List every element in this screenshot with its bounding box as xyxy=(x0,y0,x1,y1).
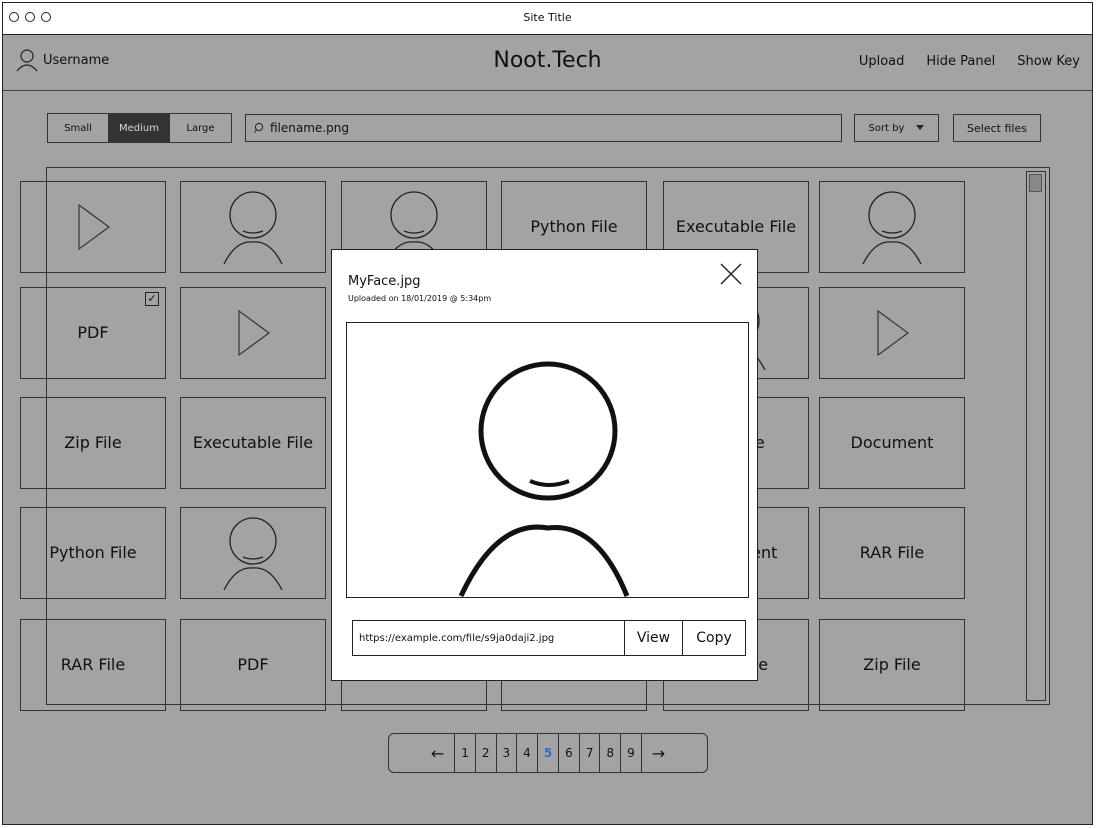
file-tile-label: Executable File xyxy=(192,433,314,453)
file-tile[interactable]: Document xyxy=(819,397,965,489)
file-preview-modal: MyFace.jpg Uploaded on 18/01/2019 @ 5:34… xyxy=(331,249,758,681)
page-1[interactable]: 1 xyxy=(455,734,476,772)
file-tile-label: RAR File xyxy=(859,543,925,563)
image-preview xyxy=(346,322,749,598)
sort-by-label: Sort by xyxy=(868,122,905,134)
search-input[interactable]: filename.png xyxy=(245,114,842,142)
close-icon[interactable] xyxy=(719,262,743,286)
file-tile-label: Zip File xyxy=(863,655,921,675)
browser-window: Site Title Username Noot.Tech Upload Hid… xyxy=(2,2,1093,825)
file-tile[interactable]: PDF xyxy=(180,619,326,711)
play-icon xyxy=(872,309,912,357)
size-large-button[interactable]: Large xyxy=(170,114,231,142)
file-tile[interactable]: Zip File xyxy=(819,619,965,711)
file-tile[interactable]: RAR File xyxy=(819,507,965,599)
file-tile[interactable] xyxy=(180,507,326,599)
header-nav: Upload Hide Panel Show Key xyxy=(859,54,1080,69)
file-tile[interactable]: Executable File xyxy=(180,397,326,489)
page-9[interactable]: 9 xyxy=(621,734,642,772)
file-tile[interactable] xyxy=(20,181,166,273)
page-2[interactable]: 2 xyxy=(476,734,497,772)
scrollbar-thumb[interactable] xyxy=(1029,174,1042,192)
share-url-row: https://example.com/file/s9ja0daji2.jpg … xyxy=(352,620,746,656)
file-tile[interactable]: Zip File xyxy=(20,397,166,489)
file-tile[interactable]: Python File xyxy=(20,507,166,599)
file-tile[interactable] xyxy=(180,287,326,379)
page-3[interactable]: 3 xyxy=(497,734,518,772)
share-url-field[interactable]: https://example.com/file/s9ja0daji2.jpg xyxy=(353,621,625,655)
sort-by-dropdown[interactable]: Sort by xyxy=(854,114,939,142)
modal-upload-date: Uploaded on 18/01/2019 @ 5:34pm xyxy=(348,294,492,303)
upload-link[interactable]: Upload xyxy=(859,54,905,69)
page-5-current[interactable]: 5 xyxy=(538,734,560,772)
file-tile-label: Python File xyxy=(530,217,618,237)
file-tile[interactable]: RAR File xyxy=(20,619,166,711)
file-tile[interactable] xyxy=(819,287,965,379)
grid-scrollbar[interactable] xyxy=(1026,171,1046,701)
next-page-button[interactable]: → xyxy=(642,734,675,772)
file-tile[interactable] xyxy=(180,181,326,273)
page-7[interactable]: 7 xyxy=(580,734,601,772)
app-screen: Username Noot.Tech Upload Hide Panel Sho… xyxy=(3,35,1092,824)
prev-page-button[interactable]: ← xyxy=(421,734,456,772)
file-tile[interactable] xyxy=(819,181,965,273)
size-small-button[interactable]: Small xyxy=(48,114,109,142)
app-header: Username Noot.Tech Upload Hide Panel Sho… xyxy=(3,35,1092,91)
page-6[interactable]: 6 xyxy=(559,734,580,772)
file-tile-label: Python File xyxy=(49,543,137,563)
select-files-button[interactable]: Select files xyxy=(953,114,1041,142)
modal-filename: MyFace.jpg xyxy=(348,274,421,289)
pagination: ← 1 2 3 4 5 6 7 8 9 → xyxy=(388,733,708,773)
window-title: Site Title xyxy=(523,11,572,24)
view-button[interactable]: View xyxy=(625,621,683,655)
file-tile-label: Executable File xyxy=(675,217,797,237)
size-medium-button[interactable]: Medium xyxy=(109,114,170,142)
search-value: filename.png xyxy=(270,121,349,135)
file-tile-label: PDF xyxy=(237,655,269,675)
person-icon xyxy=(222,516,284,590)
chevron-down-icon xyxy=(916,125,925,131)
play-icon xyxy=(73,203,113,251)
file-tile-label: Document xyxy=(850,433,934,453)
file-tile[interactable]: PDF ✓ xyxy=(20,287,166,379)
size-toggle-group: Small Medium Large xyxy=(47,113,232,143)
page-4[interactable]: 4 xyxy=(517,734,538,772)
copy-button[interactable]: Copy xyxy=(683,621,745,655)
search-icon xyxy=(254,122,266,134)
file-tile-label: RAR File xyxy=(60,655,126,675)
person-icon xyxy=(222,190,284,264)
tile-checkbox[interactable]: ✓ xyxy=(145,292,159,306)
person-icon xyxy=(458,361,630,598)
hide-panel-link[interactable]: Hide Panel xyxy=(926,54,995,69)
page-8[interactable]: 8 xyxy=(600,734,622,772)
file-tile-label: Zip File xyxy=(64,433,122,453)
show-key-link[interactable]: Show Key xyxy=(1017,54,1080,69)
file-tile-label: PDF xyxy=(77,323,109,343)
title-bar: Site Title xyxy=(3,3,1092,35)
person-icon xyxy=(861,190,923,264)
play-icon xyxy=(233,309,273,357)
